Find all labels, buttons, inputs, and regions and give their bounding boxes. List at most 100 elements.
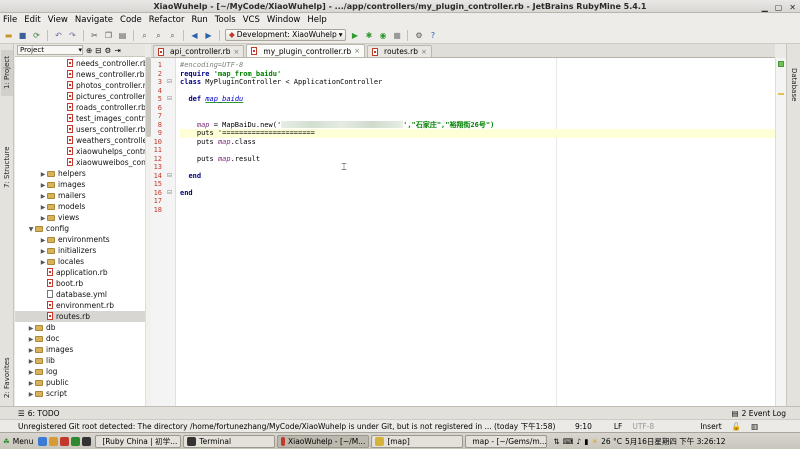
tree-item[interactable]: ▶ doc — [15, 333, 145, 344]
tree-item[interactable]: ▶ environments — [15, 234, 145, 245]
tree-item[interactable]: xiaowuweibos_controller.rb — [15, 157, 145, 168]
close-tab-icon[interactable]: × — [234, 48, 240, 56]
error-stripe[interactable] — [775, 58, 786, 406]
caret-position[interactable]: 9:10 — [570, 422, 597, 431]
sync-icon[interactable]: ⟳ — [31, 30, 42, 41]
fold-marker-icon[interactable]: ⊟ — [167, 78, 172, 87]
coverage-icon[interactable]: ◉ — [377, 30, 388, 41]
chevron-right-icon[interactable]: ▶ — [27, 334, 35, 344]
task-ruby-china[interactable]: [Ruby China | 初学... — [95, 434, 182, 448]
forward-icon[interactable]: ▶ — [203, 30, 214, 41]
insert-mode[interactable]: Insert — [695, 422, 727, 431]
menu-window[interactable]: Window — [267, 15, 301, 25]
tree-item[interactable]: weathers_controller.rb — [15, 135, 145, 146]
chevron-right-icon[interactable]: ▶ — [27, 389, 35, 399]
code-editor[interactable]: 1 2 3 4 5 6 7 8 9 10 11 12 13 14 15 16 1… — [151, 58, 775, 406]
tree-item[interactable]: ▶ mailers — [15, 190, 145, 201]
chevron-right-icon[interactable]: ▶ — [39, 191, 47, 201]
tree-item[interactable]: xiaowuhelps_controller.rb — [15, 146, 145, 157]
chevron-right-icon[interactable]: ▶ — [27, 356, 35, 366]
run-icon[interactable]: ▶ — [349, 30, 360, 41]
tree-item[interactable]: roads_controller.rb — [15, 102, 145, 113]
chevron-right-icon[interactable]: ▶ — [39, 246, 47, 256]
copy-icon[interactable]: ❐ — [103, 30, 114, 41]
menu-refactor[interactable]: Refactor — [149, 15, 185, 25]
task-map-gems[interactable]: map - [~/Gems/m... — [465, 434, 548, 448]
menu-code[interactable]: Code — [120, 15, 142, 25]
browser-icon[interactable] — [38, 436, 48, 446]
memory-indicator[interactable]: ▥ — [746, 422, 763, 431]
keyboard-icon[interactable]: ⌨ — [563, 437, 574, 446]
ruby-icon[interactable] — [60, 436, 70, 446]
clock[interactable]: 5月16日星期四 下午 3:26:12 — [625, 436, 726, 447]
tab-api-controller[interactable]: api_controller.rb × — [153, 45, 245, 57]
editor-gutter[interactable]: 1 2 3 4 5 6 7 8 9 10 11 12 13 14 15 16 1… — [151, 58, 176, 406]
close-tab-icon[interactable]: × — [354, 47, 360, 55]
tree-item[interactable]: ▶ log — [15, 366, 145, 377]
tree-item[interactable]: ▶ script — [15, 388, 145, 399]
line-separator[interactable]: LF — [609, 422, 628, 431]
redo-icon[interactable]: ↷ — [67, 30, 78, 41]
menu-help[interactable]: Help — [307, 15, 326, 25]
tree-item[interactable]: test_images_controller.rb — [15, 113, 145, 124]
task-map-folder[interactable]: [map] — [371, 434, 464, 448]
task-rubymine[interactable]: XiaoWuhelp - [~/M... — [277, 434, 370, 448]
tree-item[interactable]: needs_controller.rb — [15, 58, 145, 69]
network-icon[interactable]: ⇅ — [553, 437, 559, 446]
file-encoding[interactable]: UTF-8 — [627, 422, 659, 431]
tree-item[interactable]: application.rb — [15, 267, 145, 278]
chevron-right-icon[interactable]: ▶ — [27, 367, 35, 377]
paste-icon[interactable]: ▤ — [117, 30, 128, 41]
todo-tool-button[interactable]: ☰ 6: TODO — [18, 409, 60, 418]
chevron-right-icon[interactable]: ▶ — [39, 202, 47, 212]
tree-item[interactable]: ▶ views — [15, 212, 145, 223]
tree-item[interactable]: photos_controller.rb — [15, 80, 145, 91]
run-config-select[interactable]: ◆ Development: XiaoWuhelp ▾ — [225, 29, 347, 41]
settings-icon[interactable]: ⚙ — [413, 30, 424, 41]
chevron-right-icon[interactable]: ▶ — [39, 257, 47, 267]
project-view-select[interactable]: Project ▾ — [17, 45, 83, 55]
fold-marker-icon[interactable]: ⊟ — [167, 189, 172, 198]
tree-item[interactable]: ▶ helpers — [15, 168, 145, 179]
find-icon[interactable]: ⌕ — [139, 30, 150, 41]
stop-icon[interactable]: ■ — [391, 30, 402, 41]
chevron-right-icon[interactable]: ▶ — [39, 213, 47, 223]
find-in-path-icon[interactable]: ⌕ — [167, 30, 178, 41]
start-menu-button[interactable]: ☘ Menu — [0, 435, 36, 448]
tree-item[interactable]: database.yml — [15, 289, 145, 300]
chevron-right-icon[interactable]: ▶ — [39, 169, 47, 179]
back-icon[interactable]: ◀ — [189, 30, 200, 41]
tree-item[interactable]: ▶ images — [15, 344, 145, 355]
help-icon[interactable]: ? — [427, 30, 438, 41]
lock-icon[interactable]: 🔓 — [727, 422, 746, 431]
structure-tool-tab[interactable]: 7: Structure — [1, 139, 13, 195]
chevron-right-icon[interactable]: ▶ — [39, 235, 47, 245]
scroll-from-source-icon[interactable]: ⊕ — [86, 46, 92, 55]
project-tool-tab[interactable]: 1: Project — [1, 50, 13, 96]
fold-marker-icon[interactable]: ⊟ — [167, 95, 172, 104]
database-tool-tab[interactable]: Database — [788, 62, 800, 108]
tree-item[interactable]: ▼ config — [15, 223, 145, 234]
chevron-right-icon[interactable]: ▶ — [27, 378, 35, 388]
cut-icon[interactable]: ✂ — [89, 30, 100, 41]
tree-item[interactable]: ▶ initializers — [15, 245, 145, 256]
tree-item[interactable]: environment.rb — [15, 300, 145, 311]
tree-item[interactable]: ▶ db — [15, 322, 145, 333]
menu-edit[interactable]: Edit — [24, 15, 40, 25]
favorites-tool-tab[interactable]: 2: Favorites — [1, 352, 13, 404]
chevron-right-icon[interactable]: ▶ — [39, 180, 47, 190]
collapse-all-icon[interactable]: ⊟ — [95, 46, 101, 55]
close-tab-icon[interactable]: × — [421, 48, 427, 56]
menu-view[interactable]: View — [48, 15, 68, 25]
undo-icon[interactable]: ↶ — [53, 30, 64, 41]
tree-item[interactable]: ▶ public — [15, 377, 145, 388]
hide-panel-icon[interactable]: ⇥ — [114, 46, 120, 55]
tree-item[interactable]: ▶ lib — [15, 355, 145, 366]
battery-icon[interactable]: ▮ — [584, 437, 588, 446]
tree-item[interactable]: ▶ images — [15, 179, 145, 190]
debug-icon[interactable]: ✱ — [363, 30, 374, 41]
warning-marker[interactable] — [778, 93, 784, 95]
chevron-right-icon[interactable]: ▶ — [27, 323, 35, 333]
tree-item[interactable]: users_controller.rb — [15, 124, 145, 135]
temperature[interactable]: 26 °C — [601, 437, 622, 446]
